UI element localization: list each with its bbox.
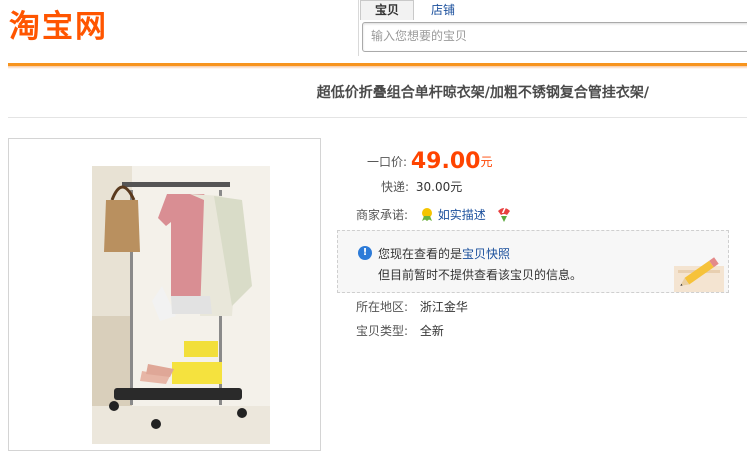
price-label: 一口价: [367, 155, 408, 169]
notice-prefix: 您现在查看的是 [378, 247, 463, 261]
price-value: 49.00 [410, 149, 481, 174]
condition-label: 宝贝类型: [356, 324, 409, 338]
snapshot-link[interactable]: 宝贝快照 [462, 247, 510, 261]
product-image-frame [8, 138, 321, 451]
promise-link[interactable]: 如实描述 [438, 208, 486, 222]
notice-line-2: 但目前暂时不提供查看该宝贝的信息。 [378, 268, 583, 282]
pencil-icon [668, 254, 726, 292]
shipping-value: 30.00元 [415, 180, 463, 194]
seven-day-badge-icon[interactable]: 7 [496, 206, 512, 222]
shipping-label: 快递: [381, 180, 410, 194]
promise-row: 商家承诺: 如实描述 7 [356, 206, 512, 225]
shipping-row: 快递: 30.00元 [381, 178, 462, 195]
header-divider [8, 63, 747, 69]
title-divider [8, 117, 747, 118]
snapshot-notice: ! 您现在查看的是宝贝快照 但目前暂时不提供查看该宝贝的信息。 [337, 230, 729, 293]
condition-row: 宝贝类型: 全新 [356, 322, 444, 339]
price-row: 一口价: 49.00元 [367, 149, 492, 174]
tab-shops[interactable]: 店铺 [414, 0, 472, 21]
seven-day-badge-text: 7 [500, 206, 507, 216]
location-label: 所在地区: [356, 300, 409, 314]
location-row: 所在地区: 浙江金华 [356, 298, 468, 315]
ribbon-badge-icon[interactable] [420, 207, 434, 225]
location-value: 浙江金华 [419, 300, 468, 314]
taobao-logo[interactable]: 淘宝网 [9, 9, 108, 45]
search-tabs: 宝贝 店铺 [360, 0, 472, 21]
product-photo[interactable] [92, 166, 270, 444]
search-input[interactable] [363, 23, 747, 49]
info-icon: ! [358, 246, 372, 260]
tab-items[interactable]: 宝贝 [360, 0, 415, 20]
search-box [362, 22, 747, 52]
item-title: 超低价折叠组合单杆晾衣架/加粗不锈钢复合管挂衣架/ [316, 85, 649, 101]
notice-line-1: 您现在查看的是宝贝快照 [378, 245, 510, 262]
promise-label: 商家承诺: [356, 208, 409, 222]
search-area: 宝贝 店铺 [358, 0, 747, 56]
price-unit: 元 [480, 155, 493, 169]
condition-value: 全新 [419, 324, 444, 338]
clothes-rack-photo [92, 166, 270, 444]
